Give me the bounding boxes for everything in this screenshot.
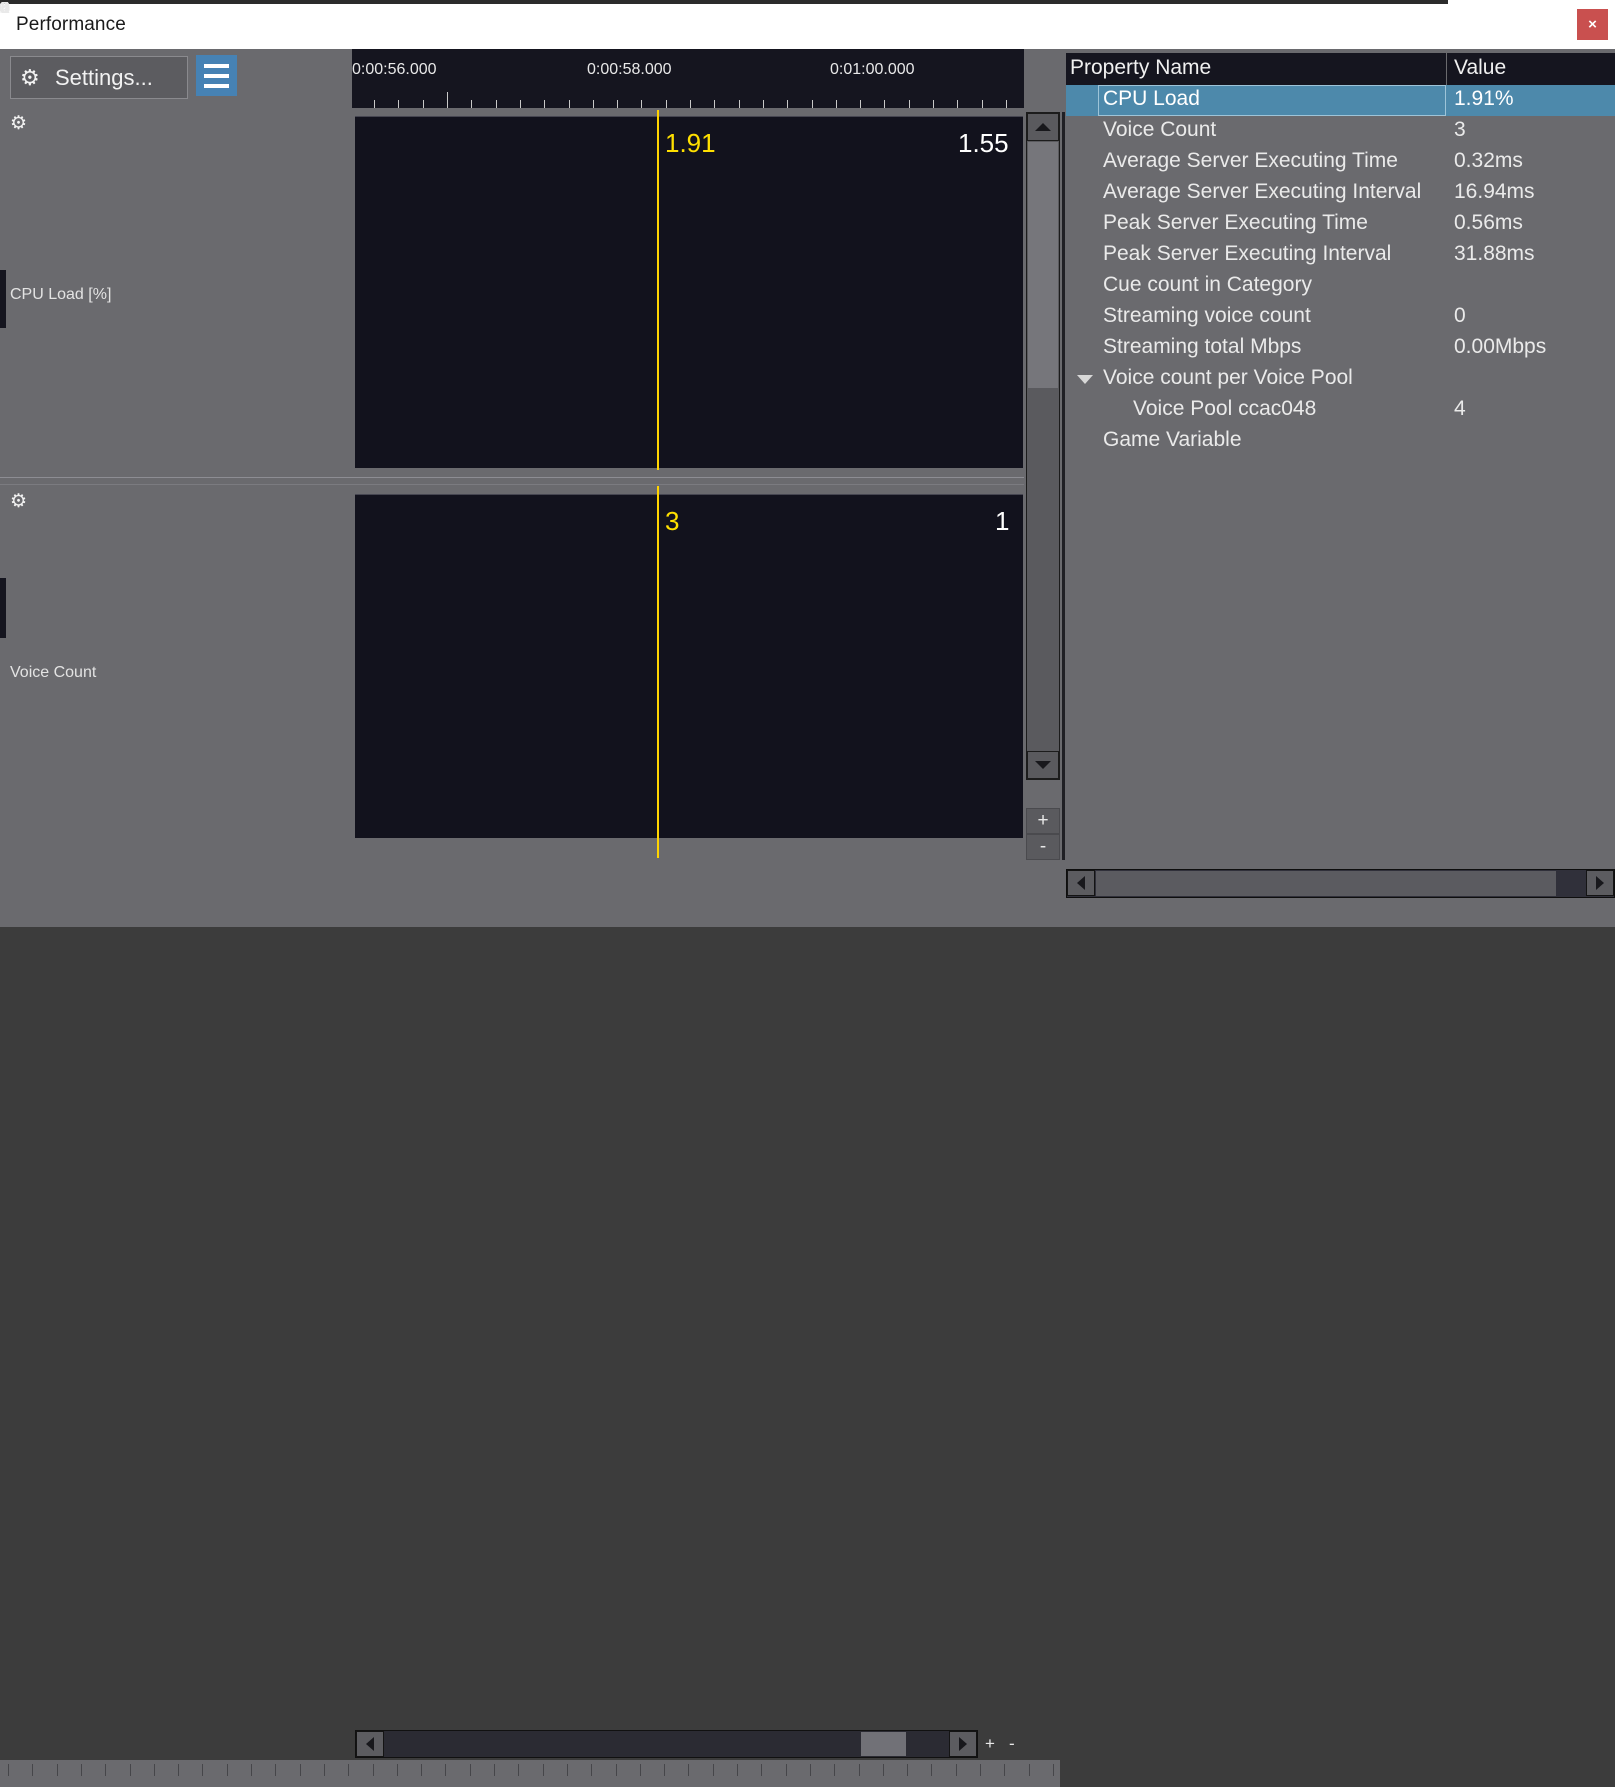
property-name: Voice Count	[1103, 118, 1216, 142]
scroll-up-button[interactable]	[1027, 113, 1059, 141]
timeline-zoom-out-button[interactable]: -	[1009, 1734, 1015, 1754]
property-name: Peak Server Executing Interval	[1103, 242, 1391, 266]
arrow-right-icon	[1596, 876, 1604, 890]
table-row[interactable]: Average Server Executing Time 0.32ms	[1065, 147, 1615, 178]
voice-count-latest-value: 1	[995, 506, 1009, 537]
chart-plot-cpu-load[interactable]	[355, 116, 1023, 468]
arrow-down-icon	[1035, 761, 1051, 769]
time-cursor-line[interactable]	[657, 486, 659, 858]
property-value: 0.56ms	[1454, 211, 1523, 235]
property-name: Average Server Executing Time	[1103, 149, 1398, 173]
table-row[interactable]: Voice count per Voice Pool	[1065, 364, 1615, 395]
property-value: 31.88ms	[1454, 242, 1535, 266]
table-row[interactable]: Voice Pool ccac048 4	[1065, 395, 1615, 426]
timeline-label: 0:00:56.000	[352, 61, 437, 79]
property-value: 0	[1454, 304, 1466, 328]
scrollbar-thumb[interactable]	[1028, 142, 1058, 388]
chart-vertical-scrollbar[interactable]	[1026, 112, 1060, 780]
title-bar-top-edge	[0, 0, 1448, 4]
bottom-toolbar: + -	[0, 860, 1060, 927]
cpu-load-latest-value: 1.55	[958, 128, 1009, 159]
timeline-horizontal-scrollbar[interactable]	[355, 1730, 978, 1758]
property-name: Cue count in Category	[1103, 273, 1312, 297]
arrow-left-icon	[366, 1737, 374, 1751]
timeline-label: 0:00:58.000	[587, 61, 672, 79]
chart-zoom-out-button[interactable]: -	[1026, 834, 1060, 860]
ruler-right-filler	[1024, 49, 1060, 108]
column-header-property-name: Property Name	[1070, 56, 1211, 80]
property-name: Streaming voice count	[1103, 304, 1311, 328]
property-name: Peak Server Executing Time	[1103, 211, 1368, 235]
performance-window: Performance × ⚙ Settings... 0:00:56.000 …	[0, 0, 1615, 927]
table-row[interactable]: Game Variable	[1065, 426, 1615, 457]
scroll-right-button[interactable]	[1586, 870, 1614, 896]
gear-icon[interactable]: ⚙	[10, 492, 27, 511]
timeline-label: 0:01:00.000	[830, 61, 915, 79]
property-horizontal-scrollbar[interactable]	[1066, 869, 1615, 898]
property-value: 4	[1454, 397, 1466, 421]
table-row[interactable]: Streaming total Mbps 0.00Mbps	[1065, 333, 1615, 364]
settings-button-label: Settings...	[55, 65, 153, 91]
toolbar: ⚙ Settings...	[0, 49, 352, 108]
voice-count-cursor-value: 3	[665, 506, 679, 537]
panel-divider	[0, 484, 1024, 485]
table-row[interactable]: Streaming voice count 0	[1065, 302, 1615, 333]
table-row[interactable]: Peak Server Executing Interval 31.88ms	[1065, 240, 1615, 271]
cpu-load-cursor-value: 1.91	[665, 128, 716, 159]
chart-label-voice-count: Voice Count	[10, 664, 96, 682]
hamburger-menu-icon[interactable]	[196, 55, 237, 96]
panel-divider	[0, 477, 1024, 478]
column-divider	[1446, 53, 1447, 85]
column-header-value: Value	[1454, 56, 1506, 80]
scroll-right-button[interactable]	[949, 1731, 977, 1757]
bottom-ruler-ticks	[0, 1760, 1060, 1787]
property-value: 0.32ms	[1454, 149, 1523, 173]
scroll-down-button[interactable]	[1027, 751, 1059, 779]
property-name: Streaming total Mbps	[1103, 335, 1301, 359]
chevron-down-icon[interactable]	[1077, 375, 1093, 384]
chart-plot-voice-count[interactable]	[355, 494, 1023, 838]
close-icon[interactable]: ×	[1577, 9, 1608, 40]
property-value: 16.94ms	[1454, 180, 1535, 204]
gear-icon: ⚙	[20, 67, 42, 89]
scrollbar-thumb[interactable]	[1096, 871, 1556, 896]
table-row[interactable]: Cue count in Category	[1065, 271, 1615, 302]
property-name: Game Variable	[1103, 428, 1242, 452]
scroll-left-button[interactable]	[356, 1731, 384, 1757]
property-panel-edge-line	[1062, 112, 1065, 860]
table-row[interactable]: Voice Count 3	[1065, 116, 1615, 147]
scrollbar-thumb[interactable]	[861, 1732, 906, 1756]
scroll-left-button[interactable]	[1067, 870, 1095, 896]
property-name: Voice count per Voice Pool	[1103, 366, 1353, 390]
table-row[interactable]: Peak Server Executing Time 0.56ms	[1065, 209, 1615, 240]
property-name: Voice Pool ccac048	[1133, 397, 1316, 421]
property-value: 0.00Mbps	[1454, 335, 1546, 359]
chart-zoom-in-button[interactable]: +	[1026, 808, 1060, 834]
property-value: 1.91%	[1454, 87, 1514, 111]
chart-label-cpu-load: CPU Load [%]	[10, 286, 111, 304]
gear-icon[interactable]: ⚙	[10, 114, 27, 133]
arrow-left-icon	[1077, 876, 1085, 890]
table-row[interactable]: Average Server Executing Interval 16.94ms	[1065, 178, 1615, 209]
arrow-right-icon	[959, 1737, 967, 1751]
page-title: Performance	[16, 14, 126, 36]
timeline-zoom-in-button[interactable]: +	[985, 1734, 995, 1754]
table-row[interactable]: CPU Load 1.91%	[1065, 85, 1615, 116]
voice-count-series	[355, 494, 1023, 838]
property-table-header: Property Name Value	[1065, 53, 1615, 85]
timeline-ticks	[352, 92, 1024, 108]
cpu-load-series	[355, 116, 1023, 468]
property-value: 3	[1454, 118, 1466, 142]
window-title-bar: Performance ×	[0, 0, 1615, 50]
settings-button[interactable]: ⚙ Settings...	[10, 56, 188, 99]
arrow-up-icon	[1035, 123, 1051, 131]
timeline-ruler[interactable]: 0:00:56.000 0:00:58.000 0:01:00.000	[352, 49, 1024, 108]
property-panel: Property Name Value CPU Load 1.91% Voice C…	[1060, 49, 1615, 927]
property-name: Average Server Executing Interval	[1103, 180, 1421, 204]
time-cursor-line[interactable]	[657, 110, 659, 470]
property-name: CPU Load	[1103, 87, 1200, 111]
